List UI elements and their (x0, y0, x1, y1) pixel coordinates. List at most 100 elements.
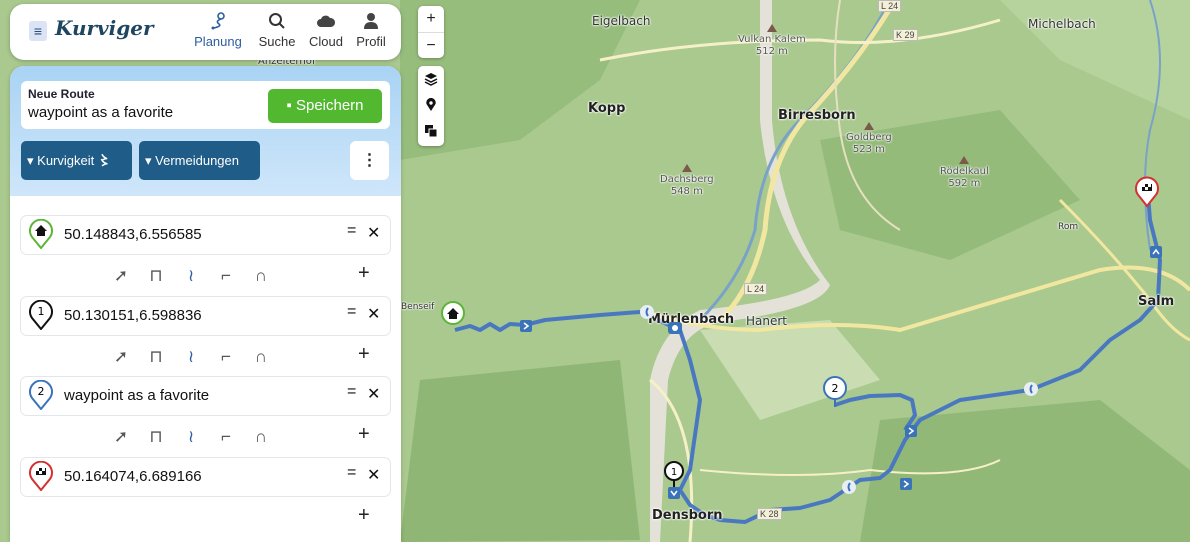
very-curvy-road-icon[interactable]: ∩ (249, 425, 273, 449)
map-place-label: Kopp (588, 101, 626, 116)
map-place-label: Densborn (652, 508, 723, 523)
add-waypoint-button[interactable]: + (358, 423, 370, 446)
finish-marker-icon[interactable] (1134, 176, 1162, 208)
waypoint-2-marker[interactable]: 2 (822, 375, 850, 409)
route-direction-icon (900, 478, 912, 490)
highway-icon[interactable]: ⊓ (144, 425, 168, 449)
map-place-label: Hanert (746, 314, 788, 328)
avoid-dropdown[interactable]: ▾ Vermeidungen (139, 141, 260, 180)
drag-handle-icon[interactable]: = (347, 222, 356, 240)
overlay-button[interactable] (418, 118, 444, 144)
motorcycle-icon[interactable]: ➚ (109, 425, 133, 449)
map-place-label: Michelbach (1028, 17, 1096, 31)
caret-down-icon: ▾ (27, 153, 34, 168)
remove-waypoint-button[interactable]: ✕ (367, 304, 380, 324)
route-direction-icon (1150, 246, 1162, 258)
road-label: K 28 (757, 508, 782, 520)
more-options-button[interactable]: ⋮ (350, 141, 389, 180)
curvy-road-icon[interactable]: ≀ (179, 264, 203, 288)
save-button[interactable]: ▪ Speichern (268, 89, 382, 123)
motorcycle-icon[interactable]: ➚ (109, 345, 133, 369)
very-curvy-road-icon[interactable]: ∩ (249, 345, 273, 369)
curvy-road-marker-icon (640, 305, 654, 319)
drag-handle-icon[interactable]: = (347, 464, 356, 482)
waypoint-row[interactable]: 50.148843,6.556585 = ✕ (21, 216, 390, 254)
nav-suche[interactable]: Suche (249, 12, 305, 49)
svg-text:1: 1 (38, 305, 45, 318)
menu-button[interactable]: ≡ (29, 21, 47, 41)
camera-icon[interactable] (667, 321, 683, 335)
very-curvy-road-icon[interactable]: ∩ (249, 264, 273, 288)
hamburger-icon: ≡ (33, 23, 43, 39)
route-direction-icon (520, 320, 532, 332)
remove-waypoint-button[interactable]: ✕ (367, 223, 380, 243)
waypoint-row[interactable]: 2 waypoint as a favorite = ✕ (21, 377, 390, 415)
add-waypoint-button[interactable]: + (358, 343, 370, 366)
more-vertical-icon: ⋮ (361, 152, 378, 169)
route-name-field[interactable]: waypoint as a favorite (28, 104, 173, 121)
add-waypoint-button[interactable]: + (358, 504, 370, 527)
drag-handle-icon[interactable]: = (347, 303, 356, 321)
winding-road-icon[interactable]: ⌐ (214, 264, 238, 288)
curvy-road-icon: 〻 (97, 153, 111, 168)
app-logo[interactable]: Kurviger (55, 16, 154, 40)
waypoint-text[interactable]: 50.130151,6.598836 (64, 307, 202, 324)
app-header: ≡ Kurviger Planung Suche Cloud Profil (10, 4, 401, 60)
winding-road-icon[interactable]: ⌐ (214, 345, 238, 369)
zoom-in-button[interactable]: + (418, 6, 444, 32)
curvy-road-marker-icon (1024, 382, 1038, 396)
road-label: L 24 (744, 283, 768, 295)
map-place-label: Birresborn (778, 108, 856, 123)
location-pin-icon (426, 97, 436, 111)
curvy-road-icon[interactable]: ≀ (179, 345, 203, 369)
home-marker-icon[interactable] (440, 300, 468, 332)
motorcycle-icon[interactable]: ➚ (109, 264, 133, 288)
map-place-label: Salm (1138, 294, 1175, 309)
waypoint-2-marker: 2 (29, 380, 53, 410)
finish-flag-icon (29, 461, 53, 491)
waypoint-text[interactable]: 50.148843,6.556585 (64, 226, 202, 243)
home-icon (29, 219, 53, 249)
zoom-out-button[interactable]: − (418, 32, 444, 59)
add-waypoint-button[interactable]: + (358, 262, 370, 285)
map-peak: Vulkan Kalem 512 m (738, 24, 806, 58)
map-peak: Rödelkaul 592 m (940, 156, 989, 190)
route-direction-icon (668, 487, 680, 499)
overlay-icon (425, 125, 438, 138)
floppy-disk-icon: ▪ (286, 97, 292, 114)
waypoint-text[interactable]: waypoint as a favorite (64, 387, 209, 404)
map-place-label: Mürlenbach (648, 312, 735, 327)
curvy-road-marker-icon (842, 480, 856, 494)
road-label: K 29 (893, 29, 918, 41)
caret-down-icon: ▾ (145, 153, 152, 168)
map-peak: Goldberg 523 m (846, 122, 892, 156)
drag-handle-icon[interactable]: = (347, 383, 356, 401)
location-pin-button[interactable] (418, 92, 444, 118)
waypoint-row[interactable]: 1 50.130151,6.598836 = ✕ (21, 297, 390, 335)
route-caption: Neue Route (28, 87, 95, 101)
nav-planung[interactable]: Planung (190, 12, 246, 49)
zoom-control: + − (418, 6, 444, 58)
svg-text:2: 2 (38, 385, 45, 398)
waypoint-row[interactable]: 50.164074,6.689166 = ✕ (21, 458, 390, 496)
map-tools (418, 66, 444, 146)
svg-text:2: 2 (832, 382, 839, 395)
remove-waypoint-button[interactable]: ✕ (367, 465, 380, 485)
remove-waypoint-button[interactable]: ✕ (367, 384, 380, 404)
map-peak: Dachsberg 548 m (660, 164, 714, 198)
user-icon (343, 12, 399, 34)
waypoint-1-marker: 1 (29, 300, 53, 330)
nav-profil[interactable]: Profil (343, 12, 399, 49)
winding-road-icon[interactable]: ⌐ (214, 425, 238, 449)
waypoint-1-marker[interactable]: 1 (662, 460, 686, 490)
waypoint-text[interactable]: 50.164074,6.689166 (64, 468, 202, 485)
road-label: L 24 (878, 0, 902, 12)
highway-icon[interactable]: ⊓ (144, 264, 168, 288)
curvy-road-icon[interactable]: ≀ (179, 425, 203, 449)
svg-text:1: 1 (671, 467, 677, 478)
route-header: Neue Route waypoint as a favorite ▪ Spei… (10, 66, 401, 196)
curviness-dropdown[interactable]: ▾ Kurvigkeit 〻 (21, 141, 132, 180)
search-icon (249, 12, 305, 34)
highway-icon[interactable]: ⊓ (144, 345, 168, 369)
layers-button[interactable] (418, 66, 444, 92)
